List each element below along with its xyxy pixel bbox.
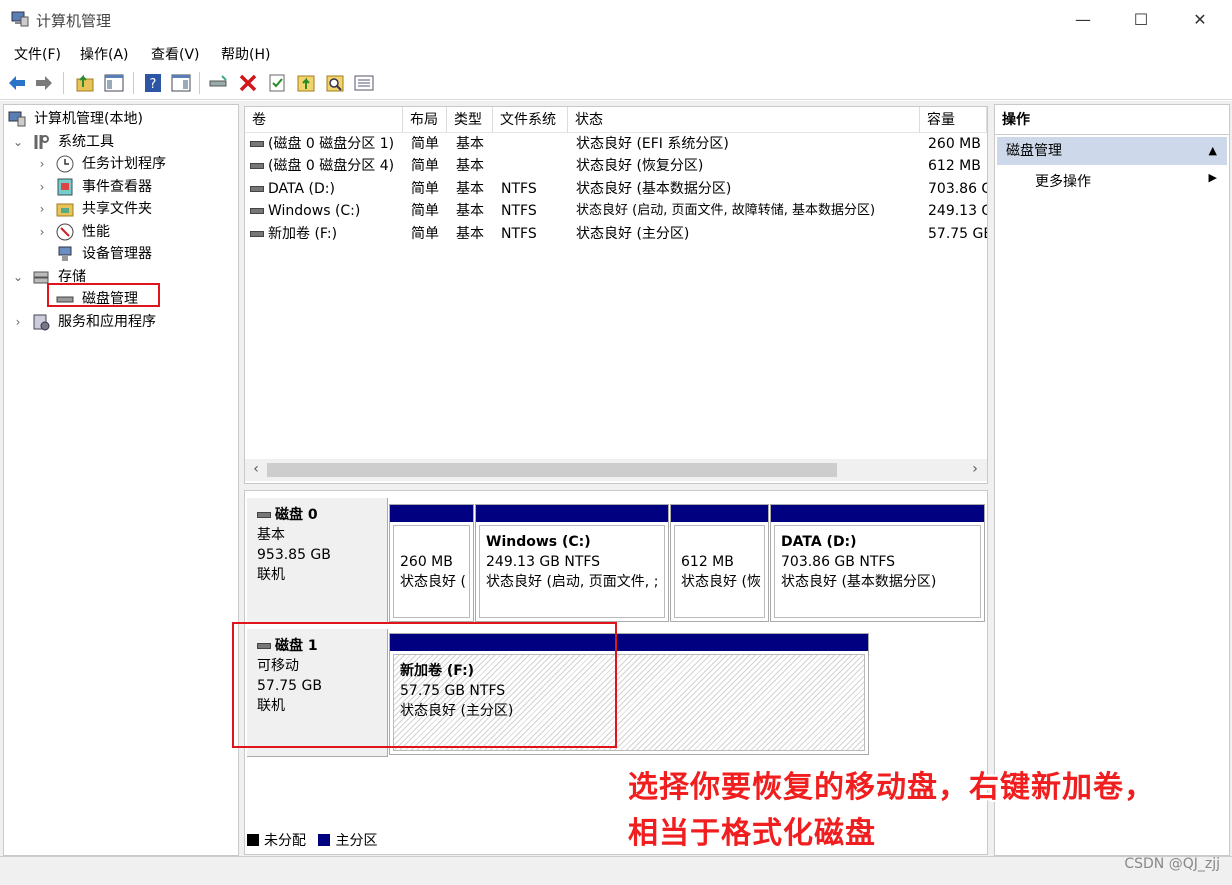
submenu-right-icon[interactable]: ▶	[1209, 171, 1217, 184]
scroll-right-icon[interactable]: ›	[967, 461, 983, 477]
disk-icon	[257, 512, 271, 518]
svg-text:?: ?	[150, 77, 157, 92]
disk-1-highlight	[232, 622, 617, 748]
connect-drive-icon[interactable]	[208, 73, 228, 93]
tree-label: 事件查看器	[82, 179, 152, 195]
table-row[interactable]: Windows (C:) 简单 基本 NTFS 状态良好 (启动, 页面文件, …	[245, 200, 987, 222]
tree-label: 任务计划程序	[82, 156, 166, 172]
show-hide-action-icon[interactable]	[171, 73, 191, 93]
minimize-button[interactable]: —	[1063, 6, 1103, 34]
legend-swatch-unallocated	[247, 834, 259, 846]
event-viewer-icon	[57, 178, 73, 196]
watermark: CSDN @QJ_zjj	[1124, 856, 1220, 872]
toolbar: ?	[0, 66, 1232, 100]
tree-label: 计算机管理(本地)	[34, 111, 143, 127]
actions-section-disk-management[interactable]: 磁盘管理 ▲	[997, 137, 1227, 165]
console-tree: 计算机管理(本地) ⌄ 系统工具 › 任务计划程序 › 事件查看器 › 共享文件…	[3, 104, 239, 856]
chevron-right-icon[interactable]: ›	[36, 198, 48, 220]
tree-label: 性能	[82, 224, 110, 240]
performance-icon	[56, 223, 74, 241]
partition-recovery[interactable]: 612 MB 状态良好 (恢	[670, 504, 769, 622]
table-row[interactable]: 新加卷 (F:) 简单 基本 NTFS 状态良好 (主分区) 57.75 GE	[245, 223, 987, 245]
tree-label: 设备管理器	[82, 246, 152, 262]
status-bar	[0, 856, 1232, 885]
chevron-right-icon[interactable]: ›	[36, 153, 48, 175]
actions-pane: 操作 磁盘管理 ▲ 更多操作 ▶	[994, 104, 1230, 856]
help-icon[interactable]: ?	[143, 73, 163, 93]
annotation-line-1: 选择你要恢复的移动盘，右键新加卷，	[628, 770, 1155, 805]
computer-management-icon	[11, 11, 29, 27]
window-title: 计算机管理	[36, 12, 112, 30]
scroll-left-icon[interactable]: ‹	[248, 461, 264, 477]
up-folder-icon[interactable]	[75, 73, 95, 93]
shared-folder-icon	[56, 203, 74, 217]
chevron-down-icon[interactable]: ⌄	[12, 131, 24, 153]
tree-label: 共享文件夹	[82, 201, 152, 217]
more-actions[interactable]: 更多操作	[1035, 171, 1091, 191]
drive-icon	[250, 231, 264, 237]
chevron-right-icon[interactable]: ›	[36, 221, 48, 243]
horizontal-scrollbar[interactable]: ‹ ›	[245, 459, 987, 481]
chevron-down-icon[interactable]: ⌄	[12, 266, 24, 288]
drive-icon	[250, 141, 264, 147]
table-row[interactable]: (磁盘 0 磁盘分区 4) 简单 基本 状态良好 (恢复分区) 612 MB	[245, 155, 987, 177]
chevron-right-icon[interactable]: ›	[12, 311, 24, 333]
maximize-button[interactable]: ☐	[1121, 6, 1161, 34]
properties-icon[interactable]	[267, 73, 287, 93]
list-icon[interactable]	[354, 73, 374, 93]
menu-file[interactable]: 文件(F)	[14, 44, 61, 64]
partition-efi[interactable]: 260 MB 状态良好 (	[389, 504, 474, 622]
table-row[interactable]: DATA (D:) 简单 基本 NTFS 状态良好 (基本数据分区) 703.8…	[245, 178, 987, 200]
column-header-type[interactable]: 类型	[447, 107, 493, 133]
menu-action[interactable]: 操作(A)	[80, 44, 129, 64]
drive-icon	[250, 208, 264, 214]
actions-header: 操作	[995, 105, 1229, 135]
menu-view[interactable]: 查看(V)	[151, 44, 200, 64]
drive-icon	[250, 163, 264, 169]
title-bar: 计算机管理 — ☐ ✕	[0, 0, 1232, 40]
table-row[interactable]: (磁盘 0 磁盘分区 1) 简单 基本 状态良好 (EFI 系统分区) 260 …	[245, 133, 987, 155]
column-header-filesystem[interactable]: 文件系统	[493, 107, 568, 133]
delete-icon[interactable]	[238, 73, 258, 93]
chevron-right-icon[interactable]: ›	[36, 176, 48, 198]
column-header-layout[interactable]: 布局	[403, 107, 447, 133]
tree-label: 系统工具	[58, 134, 114, 150]
device-manager-icon	[58, 246, 72, 261]
show-hide-tree-icon[interactable]	[104, 73, 124, 93]
folder-up-icon[interactable]	[296, 73, 316, 93]
collapse-up-icon[interactable]: ▲	[1209, 137, 1217, 165]
services-icon	[33, 314, 50, 331]
scrollbar-thumb[interactable]	[267, 463, 837, 477]
partition-windows-c[interactable]: Windows (C:) 249.13 GB NTFS 状态良好 (启动, 页面文件…	[475, 504, 669, 622]
disk-management-highlight	[47, 283, 160, 307]
column-header-volume[interactable]: 卷	[245, 107, 403, 133]
computer-management-icon	[8, 111, 26, 127]
tools-icon	[34, 135, 49, 149]
drive-icon	[250, 186, 264, 192]
partition-data-d[interactable]: DATA (D:) 703.86 GB NTFS 状态良好 (基本数据分区)	[770, 504, 985, 622]
close-button[interactable]: ✕	[1180, 6, 1220, 34]
legend-swatch-primary	[318, 834, 331, 846]
volume-list: 卷 布局 类型 文件系统 状态 容量 (磁盘 0 磁盘分区 1) 简单 基本 状…	[244, 106, 988, 484]
menu-bar: 文件(F) 操作(A) 查看(V) 帮助(H)	[0, 40, 1232, 66]
clock-icon	[56, 155, 74, 173]
search-folder-icon[interactable]	[325, 73, 345, 93]
legend: 未分配 主分区	[247, 831, 377, 851]
annotation-line-2: 相当于格式化磁盘	[628, 816, 876, 851]
column-header-capacity[interactable]: 容量	[920, 107, 987, 133]
tree-label: 服务和应用程序	[58, 314, 156, 330]
disk-0-label[interactable]: 磁盘 0 基本 953.85 GB 联机	[247, 498, 388, 624]
column-header-status[interactable]: 状态	[568, 107, 920, 133]
forward-icon[interactable]	[34, 73, 54, 93]
menu-help[interactable]: 帮助(H)	[221, 44, 270, 64]
back-icon[interactable]	[7, 73, 27, 93]
